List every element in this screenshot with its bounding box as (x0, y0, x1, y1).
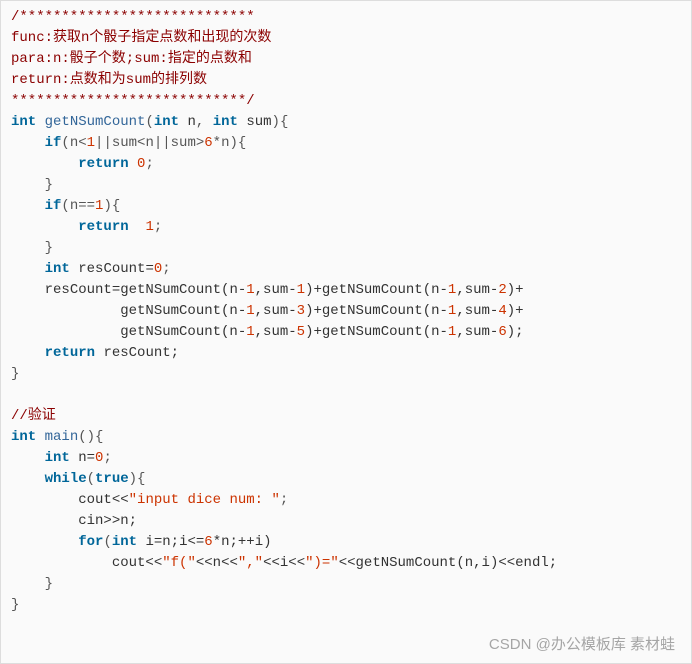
cond: ||sum<n||sum> (95, 135, 204, 151)
type: int (11, 429, 36, 445)
expr: <<i<< (263, 555, 305, 571)
number: 1 (246, 324, 254, 340)
expr: cin>>n; (78, 513, 137, 529)
expr: cout<< (78, 492, 128, 508)
number: 1 (246, 303, 254, 319)
var: resCount= (78, 261, 154, 277)
expr: ,sum- (255, 282, 297, 298)
punct: ( (87, 471, 95, 487)
keyword-if: if (45, 135, 62, 151)
punct: ) (272, 114, 280, 130)
number: 0 (154, 261, 162, 277)
punct: , (196, 114, 213, 130)
type: int (45, 261, 70, 277)
brace: { (280, 114, 288, 130)
keyword-return: return (78, 219, 128, 235)
expr: *n;++i) (213, 534, 272, 550)
expr: getNSumCount(n- (120, 324, 246, 340)
type: int (112, 534, 137, 550)
comment-line: //验证 (11, 408, 56, 424)
brace: } (11, 366, 19, 382)
number: 2 (498, 282, 506, 298)
var: resCount; (103, 345, 179, 361)
string: ")=" (305, 555, 339, 571)
punct: ; (154, 219, 162, 235)
expr: ); (507, 324, 524, 340)
expr: resCount=getNSumCount(n- (45, 282, 247, 298)
string: "input dice num: " (129, 492, 280, 508)
comment-line: func:获取n个骰子指定点数和出现的次数 (11, 30, 271, 46)
expr: )+ (507, 282, 524, 298)
keyword-return: return (78, 156, 128, 172)
brace: } (45, 177, 53, 193)
string: "f(" (162, 555, 196, 571)
expr: )+ (507, 303, 524, 319)
expr: ,sum- (456, 282, 498, 298)
number: 3 (297, 303, 305, 319)
type: int (154, 114, 179, 130)
bool: true (95, 471, 129, 487)
expr: cout<< (112, 555, 162, 571)
number: 5 (297, 324, 305, 340)
punct: ; (145, 156, 153, 172)
cond: *n){ (213, 135, 247, 151)
punct: ; (280, 492, 288, 508)
keyword-return: return (45, 345, 95, 361)
brace: } (45, 240, 53, 256)
type: int (11, 114, 36, 130)
number: 1 (297, 282, 305, 298)
punct: ; (162, 261, 170, 277)
number: 6 (204, 534, 212, 550)
expr: )+getNSumCount(n- (305, 303, 448, 319)
expr: ,sum- (456, 324, 498, 340)
code-block: /**************************** func:获取n个骰… (1, 1, 691, 622)
expr: i=n;i<= (137, 534, 204, 550)
number: 6 (498, 324, 506, 340)
number: 4 (498, 303, 506, 319)
keyword-while: while (45, 471, 87, 487)
number: 1 (87, 135, 95, 151)
brace: } (45, 576, 53, 592)
keyword-if: if (45, 198, 62, 214)
number: 1 (246, 282, 254, 298)
string: "," (238, 555, 263, 571)
expr: ,sum- (255, 303, 297, 319)
cond: (n< (61, 135, 86, 151)
comment-line: /**************************** (11, 9, 255, 25)
cond: (n== (61, 198, 95, 214)
func-name: main (45, 429, 79, 445)
punct: ){ (129, 471, 146, 487)
number: 6 (204, 135, 212, 151)
comment-line: return:点数和为sum的排列数 (11, 72, 207, 88)
expr: <<n<< (196, 555, 238, 571)
expr: )+getNSumCount(n- (305, 324, 448, 340)
expr: ,sum- (255, 324, 297, 340)
expr: <<getNSumCount(n,i)<<endl; (339, 555, 557, 571)
number: 1 (145, 219, 153, 235)
keyword-for: for (78, 534, 103, 550)
expr: ,sum- (456, 303, 498, 319)
var: n= (78, 450, 95, 466)
punct: ( (103, 534, 111, 550)
func-name: getNSumCount (45, 114, 146, 130)
comment-line: para:n:骰子个数;sum:指定的点数和 (11, 51, 252, 67)
watermark-text: CSDN @办公模板库 素材蛙 (489, 634, 675, 655)
param: sum (246, 114, 271, 130)
expr: )+getNSumCount(n- (305, 282, 448, 298)
type: int (45, 450, 70, 466)
expr: getNSumCount(n- (120, 303, 246, 319)
cond: ){ (103, 198, 120, 214)
punct: (){ (78, 429, 103, 445)
type: int (213, 114, 238, 130)
param: n (187, 114, 195, 130)
brace: } (11, 597, 19, 613)
punct: ( (145, 114, 153, 130)
comment-line: ****************************/ (11, 93, 255, 109)
punct: ; (103, 450, 111, 466)
